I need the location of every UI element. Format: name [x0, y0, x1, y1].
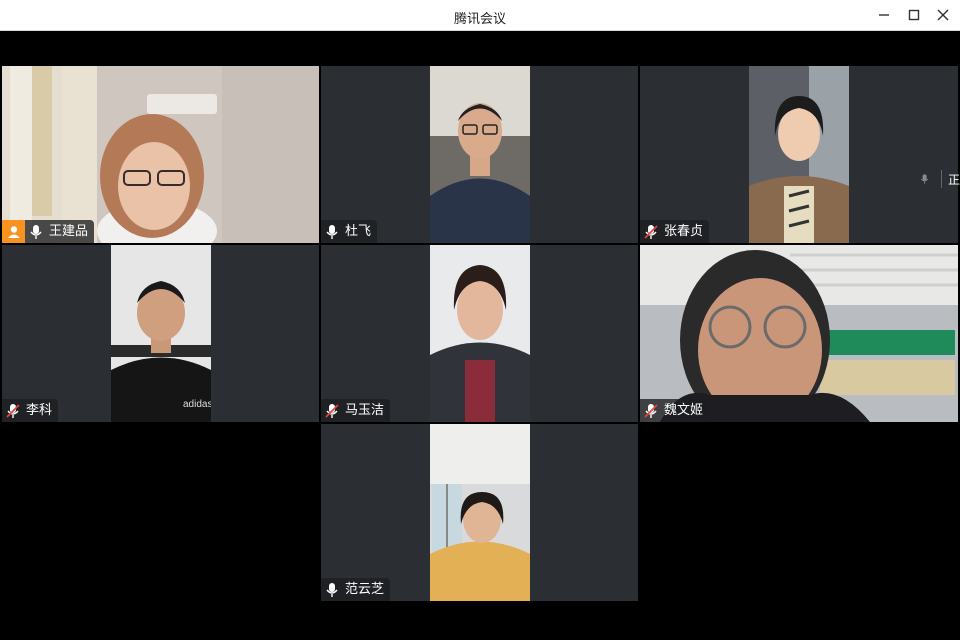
maximize-icon: [908, 9, 920, 21]
participant-tile[interactable]: 杜飞: [321, 66, 638, 243]
microphone-muted-icon: [644, 224, 658, 239]
window-title: 腾讯会议: [453, 12, 506, 27]
microphone-icon: [920, 174, 929, 184]
participant-tile[interactable]: 张春贞: [640, 66, 958, 243]
participant-tile[interactable]: 王建品: [2, 66, 319, 243]
hidden-participant-strip[interactable]: 正: [920, 161, 960, 197]
divider: [941, 170, 942, 188]
svg-text:adidas: adidas: [183, 399, 211, 410]
side-strip-text: 正: [947, 172, 960, 187]
microphone-icon: [326, 224, 338, 239]
participant-name-badge: 杜飞: [321, 220, 378, 243]
participant-name-badge: 王建品: [2, 220, 95, 243]
participant-name-badge: 魏文姬: [640, 399, 710, 422]
microphone-icon: [30, 224, 42, 239]
participant-name-badge: 张春贞: [640, 220, 710, 243]
minimize-icon: [879, 14, 889, 16]
participant-video: [430, 245, 530, 422]
participant-tile[interactable]: 魏文姬: [640, 245, 958, 422]
participant-tile[interactable]: 范云芝: [321, 424, 638, 601]
close-button[interactable]: [931, 4, 955, 26]
microphone-muted-icon: [644, 403, 658, 418]
participant-name-badge: 马玉洁: [321, 399, 391, 422]
participant-video: [749, 66, 849, 243]
microphone-icon: [326, 582, 338, 597]
participant-name-badge: 范云芝: [321, 578, 391, 601]
maximize-button[interactable]: [902, 4, 926, 26]
minimize-button[interactable]: [872, 4, 896, 26]
participant-tile[interactable]: 马玉洁: [321, 245, 638, 422]
participant-name-badge: 李科: [2, 399, 59, 422]
participant-video: [430, 66, 530, 243]
participant-video: [430, 424, 530, 601]
window-titlebar: 腾讯会议: [0, 0, 960, 31]
participant-video: [640, 245, 958, 422]
participant-video: adidas: [111, 245, 211, 422]
participant-tile[interactable]: adidas 李科: [2, 245, 319, 422]
close-icon: [937, 9, 949, 21]
host-user-icon: [2, 220, 25, 243]
microphone-muted-icon: [325, 403, 339, 418]
video-grid: 王建品 杜飞 张春贞 正 adidas 李科 马玉洁 魏文姬 范云芝: [2, 31, 960, 638]
participant-video: [2, 66, 319, 243]
microphone-muted-icon: [6, 403, 20, 418]
